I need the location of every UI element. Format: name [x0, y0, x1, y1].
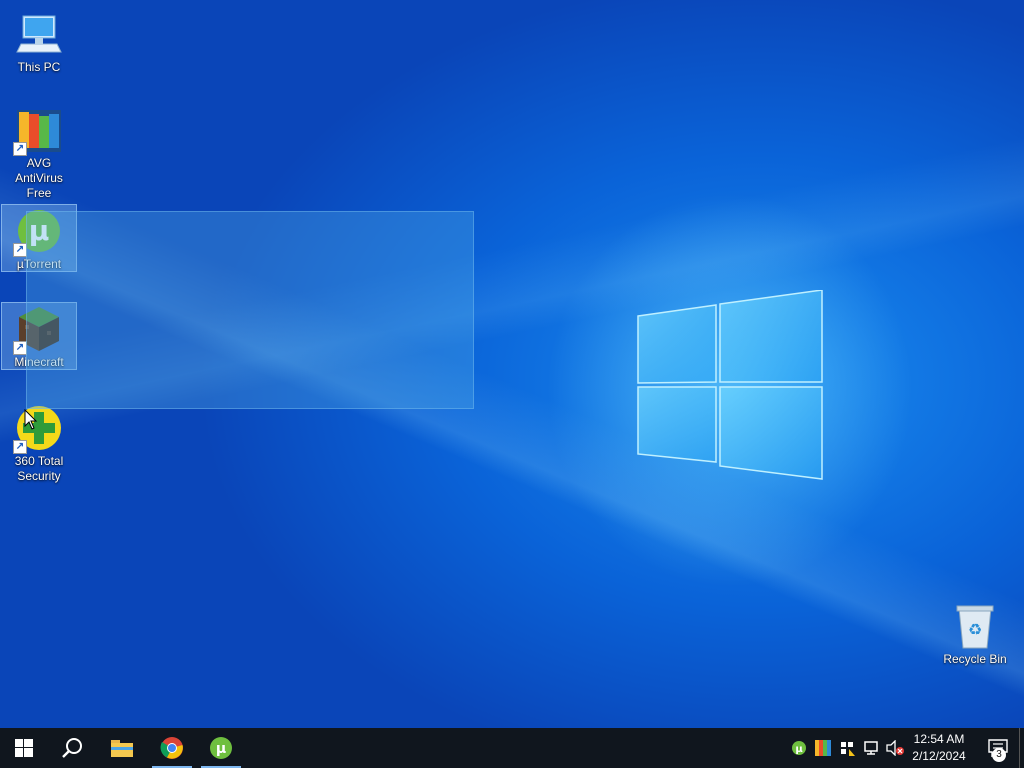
recycle-bin-icon: ♻ — [951, 602, 999, 650]
search-icon — [62, 738, 82, 758]
clock-date: 2/12/2024 — [912, 749, 966, 763]
shortcut-arrow-icon: ↗ — [13, 142, 27, 156]
notification-count-badge: 3 — [992, 748, 1006, 762]
network-icon — [864, 741, 878, 755]
tray-avg[interactable] — [812, 728, 834, 768]
computer-icon — [15, 10, 63, 58]
taskbar-file-explorer[interactable] — [98, 728, 146, 768]
avg-tray-icon — [815, 740, 831, 756]
show-desktop-button[interactable] — [1019, 728, 1024, 768]
shortcut-arrow-icon: ↗ — [13, 341, 27, 355]
tray-network[interactable] — [860, 728, 882, 768]
action-center-button[interactable]: 3 — [982, 728, 1014, 768]
taskbar-utorrent[interactable]: µ — [197, 728, 245, 768]
utorrent-tray-icon: µ — [792, 741, 806, 755]
shortcut-arrow-icon: ↗ — [13, 440, 27, 454]
shortcut-arrow-icon: ↗ — [13, 243, 27, 257]
chrome-icon — [160, 737, 183, 759]
desktop-icon-recycle-bin[interactable]: ♻ Recycle Bin — [937, 600, 1013, 667]
360-total-security-icon: ↗ — [13, 404, 63, 454]
desktop-icon-avg-antivirus[interactable]: ↗ AVG AntiVirus Free — [1, 104, 77, 201]
svg-text:µ: µ — [216, 741, 226, 757]
taskbar: µ µ 12:54 AM 2/12/2024 3 — [0, 728, 1024, 768]
desktop-icon-label: 360 Total Security — [14, 454, 64, 483]
avg-antivirus-icon: ↗ — [13, 106, 63, 156]
windows-wallpaper-logo — [637, 290, 823, 480]
mouse-cursor-icon — [24, 409, 38, 430]
svg-text:♻: ♻ — [968, 620, 982, 639]
desktop-icon-this-pc[interactable]: This PC — [1, 8, 77, 75]
start-button[interactable] — [0, 728, 48, 768]
selection-rectangle — [26, 211, 474, 409]
svg-text:µ: µ — [795, 744, 803, 755]
tray-security[interactable] — [836, 728, 858, 768]
clock-time: 12:54 AM — [913, 732, 965, 746]
security-shield-icon — [841, 742, 855, 756]
desktop-icon-label: This PC — [17, 60, 61, 74]
desktop-icon-label: Recycle Bin — [943, 652, 1007, 666]
desktop-icon-label: AVG AntiVirus Free — [15, 156, 63, 200]
taskbar-chrome[interactable] — [148, 728, 196, 768]
desktop-icon-360-total-security[interactable]: ↗ 360 Total Security — [1, 402, 77, 484]
tray-utorrent[interactable]: µ — [788, 728, 810, 768]
file-explorer-icon — [111, 740, 133, 757]
utorrent-icon: µ — [210, 737, 232, 759]
start-windows-icon — [15, 739, 33, 757]
search-button[interactable] — [48, 728, 96, 768]
taskbar-clock[interactable]: 12:54 AM 2/12/2024 — [902, 731, 976, 765]
